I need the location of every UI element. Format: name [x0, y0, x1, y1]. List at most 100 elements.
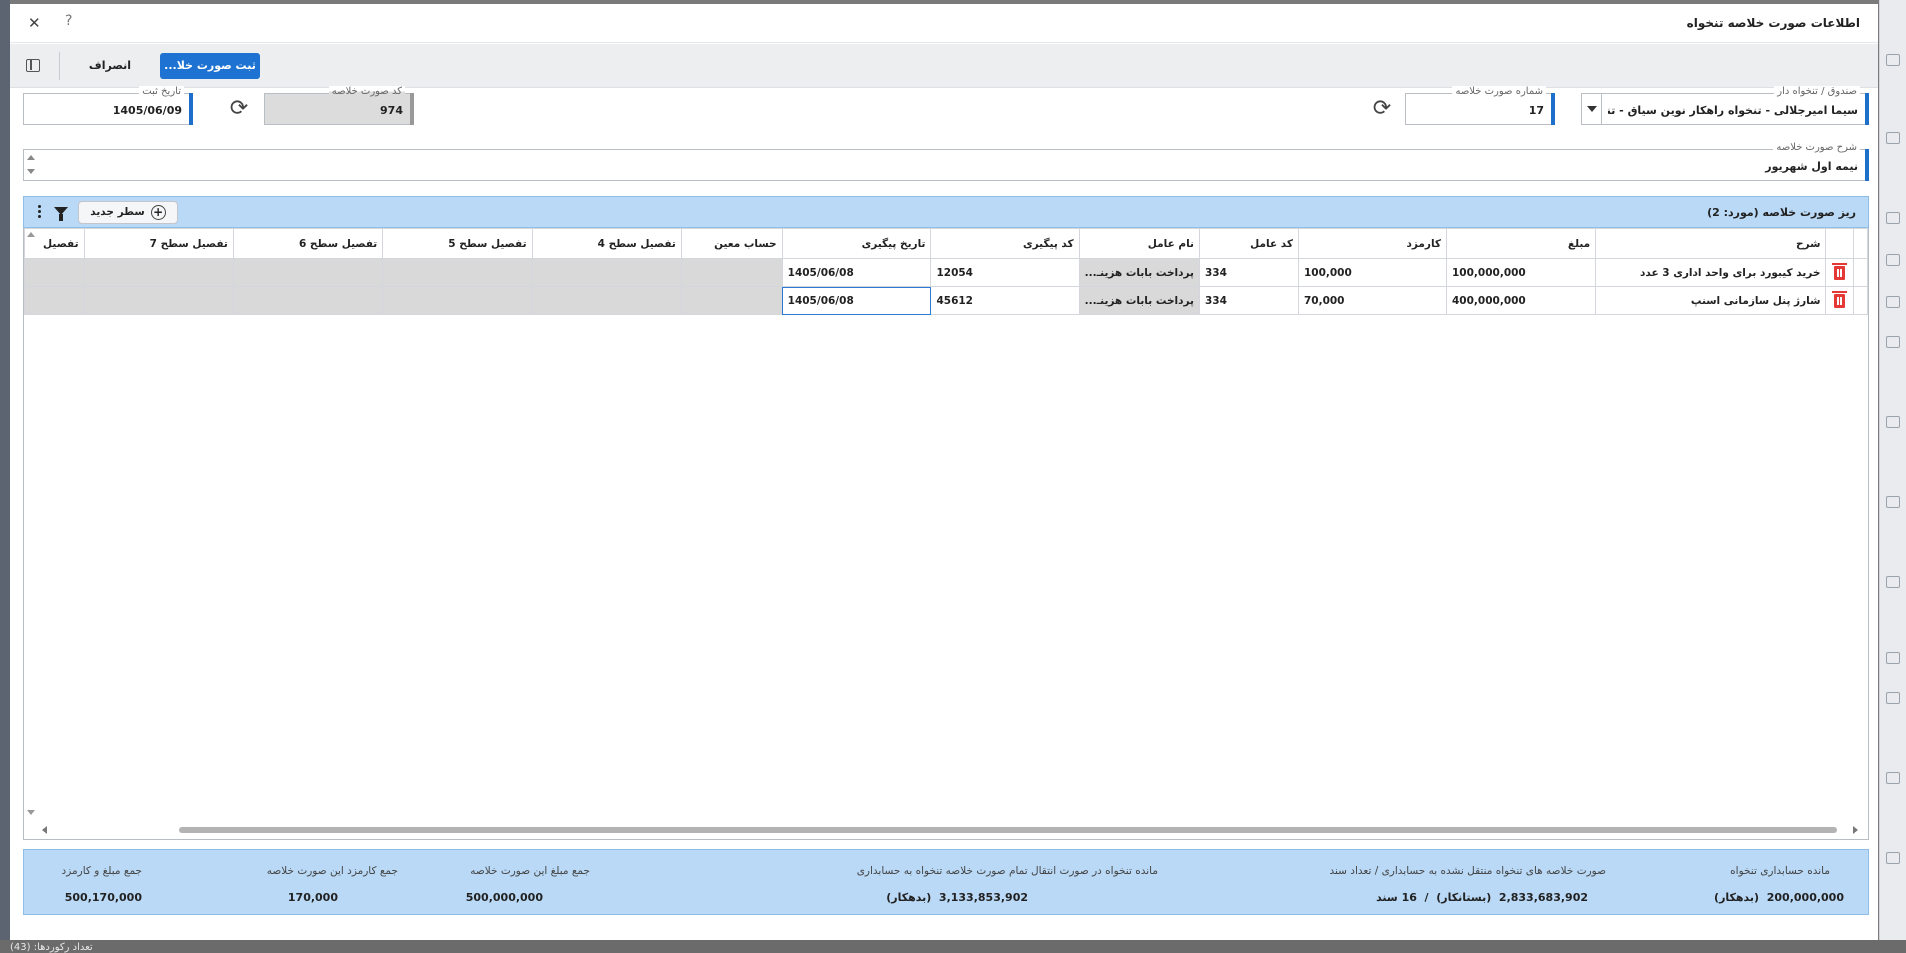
table-header-row: شرح مبلغ کارمزد کد عامل نام عامل کد پیگی… [24, 228, 1868, 259]
toolbar-divider [59, 52, 60, 80]
col-header-detail-level-4[interactable]: تفصیل سطح 4 [531, 228, 682, 259]
col-header-fee[interactable]: کارمزد [1297, 228, 1448, 259]
dialog-toolbar: انصراف ثبت صورت خلا... [10, 44, 1878, 88]
close-icon[interactable]: ✕ [28, 14, 41, 32]
cell-detail-level-6 [232, 286, 384, 315]
cell-amount[interactable]: 400,000,000 [1445, 286, 1597, 315]
sum-amount-value: 500,000,000 [465, 891, 543, 904]
cell-tracking-date[interactable]: 1405/06/08 [781, 286, 932, 315]
table-row[interactable]: شارژ پنل سازمانی اسنپ 400,000,000 70,000… [24, 286, 1868, 315]
col-header-detail-level-5[interactable]: تفصیل سطح 5 [382, 228, 533, 259]
fund-holder-select[interactable]: صندوق / تنخواه دار سیما امیرجلالی - تنخو… [1581, 86, 1869, 125]
col-header-tracking-code[interactable]: کد پیگیری [930, 228, 1080, 259]
scroll-up-icon[interactable] [27, 155, 35, 160]
detail-grid: شرح مبلغ کارمزد کد عامل نام عامل کد پیگی… [23, 228, 1869, 840]
summary-code-field: کد صورت خلاصه 974 [264, 86, 414, 125]
detail-grid-title: ریز صورت خلاصه (مورد: 2) [1707, 206, 1856, 219]
cell-agent-code[interactable]: 334 [1198, 286, 1299, 315]
field-accent [1865, 93, 1869, 125]
cell-tracking-date[interactable]: 1405/06/08 [781, 258, 932, 287]
rail-icon [1886, 692, 1900, 704]
filter-icon[interactable] [54, 207, 68, 221]
cell-detail-level-4 [531, 286, 682, 315]
save-summary-button[interactable]: ثبت صورت خلا... [160, 53, 260, 79]
field-accent [410, 93, 414, 125]
cell-description[interactable]: شارژ پنل سازمانی اسنپ [1595, 286, 1827, 315]
sum-amount-block: جمع مبلغ این صورت خلاصه 500,000,000 [418, 850, 618, 916]
cell-tracking-code[interactable]: 45612 [930, 286, 1080, 315]
trash-icon[interactable] [1832, 262, 1848, 280]
rail-icon [1886, 652, 1900, 664]
cell-fee[interactable]: 100,000 [1297, 258, 1448, 287]
summary-number-label: شماره صورت خلاصه [1452, 86, 1546, 97]
register-date-label: تاریخ ثبت [139, 86, 184, 97]
rail-icon [1886, 852, 1900, 864]
sum-amount-label: جمع مبلغ این صورت خلاصه [470, 865, 590, 877]
cell-detail-level-6 [232, 258, 384, 287]
refresh-code-icon[interactable]: ⟳ [227, 97, 251, 121]
row-select-cell[interactable] [1853, 286, 1868, 315]
col-header-subsidiary-account[interactable]: حساب معین [680, 228, 783, 259]
rail-icon [1886, 336, 1900, 348]
detail-grid-header: ریز صورت خلاصه (مورد: 2) + سطر جدید [23, 196, 1869, 228]
help-icon[interactable]: ? [65, 13, 72, 29]
summary-code-value: 974 [380, 104, 403, 117]
register-date-value: 1405/06/09 [112, 104, 182, 117]
cell-agent-name: پرداخت بابات هزینـ... [1078, 258, 1200, 287]
sum-fee-label: جمع کارمزد این صورت خلاصه [266, 865, 398, 877]
cell-fee[interactable]: 70,000 [1297, 286, 1448, 315]
col-header-detail-level-6[interactable]: تفصیل سطح 6 [232, 228, 384, 259]
col-header-description[interactable]: شرح [1595, 228, 1827, 259]
cell-tracking-code[interactable]: 12054 [930, 258, 1080, 287]
row-select-cell[interactable] [1853, 258, 1868, 287]
more-options-icon[interactable] [38, 205, 41, 220]
register-date-field[interactable]: تاریخ ثبت 1405/06/09 [23, 86, 193, 125]
scroll-left-icon[interactable] [42, 826, 47, 834]
refresh-number-icon[interactable]: ⟳ [1370, 97, 1394, 121]
summary-number-field[interactable]: شماره صورت خلاصه 17 [1405, 86, 1555, 125]
side-panel-icon[interactable] [26, 59, 40, 72]
cell-agent-code[interactable]: 334 [1198, 258, 1299, 287]
scroll-right-icon[interactable] [1853, 826, 1858, 834]
accounting-balance-label: مانده حسابداری تنخواه [1730, 865, 1830, 877]
cell-description[interactable]: خرید کیبورد برای واحد اداری 3 عدد [1595, 258, 1827, 287]
scrollbar-thumb[interactable] [179, 827, 1837, 833]
summary-description-label: شرح صورت خلاصه [1773, 142, 1860, 153]
cell-detail [24, 286, 85, 315]
cell-amount[interactable]: 100,000,000 [1445, 258, 1597, 287]
sum-total-label: جمع مبلغ و کارمزد [61, 865, 142, 877]
new-row-button[interactable]: + سطر جدید [78, 201, 178, 224]
table-row[interactable]: خرید کیبورد برای واحد اداری 3 عدد 100,00… [24, 258, 1868, 287]
petty-cash-summary-dialog: اطلاعات صورت خلاصه تنخواه ✕ ? انصراف ثبت… [10, 4, 1878, 940]
sum-total-value: 500,170,000 [64, 891, 142, 904]
cell-detail-level-7 [83, 258, 234, 287]
vertical-scroll-down-icon[interactable] [27, 810, 35, 815]
field-accent [189, 93, 193, 125]
scroll-down-icon[interactable] [27, 169, 35, 174]
delete-row-cell[interactable] [1825, 286, 1855, 315]
col-header-detail-level-7[interactable]: تفصیل سطح 7 [83, 228, 234, 259]
chevron-down-icon[interactable] [1582, 94, 1602, 124]
summary-description-value: نیمه اول شهریور [1765, 160, 1858, 173]
rail-icon [1886, 212, 1900, 224]
cell-detail [24, 258, 85, 287]
cancel-button[interactable]: انصراف [80, 53, 140, 79]
col-header-agent-code[interactable]: کد عامل [1198, 228, 1299, 259]
trash-icon[interactable] [1832, 290, 1848, 308]
cell-detail-level-4 [531, 258, 682, 287]
dialog-title: اطلاعات صورت خلاصه تنخواه [1686, 16, 1860, 30]
summary-description-field[interactable]: شرح صورت خلاصه نیمه اول شهریور [23, 142, 1869, 181]
field-accent [1865, 149, 1869, 181]
accounting-balance-block: مانده حسابداری تنخواه 200,000,000 (بدهکا… [1714, 850, 1868, 916]
col-header-amount[interactable]: مبلغ [1445, 228, 1597, 259]
delete-row-cell[interactable] [1825, 258, 1855, 287]
col-header-agent-name[interactable]: نام عامل [1078, 228, 1200, 259]
new-row-label: سطر جدید [90, 206, 145, 218]
background-status-bar [0, 940, 1906, 953]
summary-code-label: کد صورت خلاصه [328, 86, 405, 97]
horizontal-scrollbar[interactable] [42, 824, 1858, 836]
col-header-delete [1825, 228, 1855, 259]
col-header-tracking-date[interactable]: تاریخ پیگیری [781, 228, 932, 259]
background-app-sidebar [0, 0, 10, 953]
vertical-scroll-up-icon[interactable] [27, 232, 35, 237]
